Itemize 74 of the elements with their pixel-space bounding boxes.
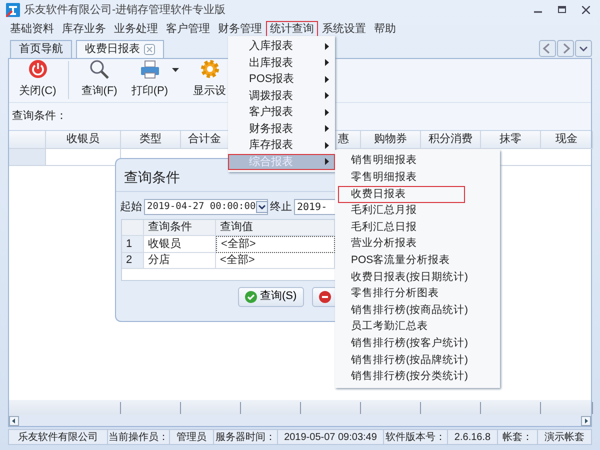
- menu-item[interactable]: 客户报表: [228, 104, 335, 120]
- menu-item[interactable]: 财务报表: [228, 120, 335, 137]
- table-cell: 收银员: [144, 236, 216, 252]
- submenu-arrow-icon: [325, 42, 329, 50]
- menu-item[interactable]: POS客流量分析报表: [338, 252, 497, 270]
- stop-icon: [318, 290, 331, 302]
- query-button[interactable]: 查询(S): [238, 286, 304, 306]
- submenu-arrow-icon: [325, 76, 329, 83]
- status-text: 2019-05-07 09:03:49: [278, 429, 384, 445]
- check-icon: [245, 290, 257, 302]
- menu-item[interactable]: 基础资料: [6, 20, 58, 38]
- toolbar-button[interactable]: 查询(F): [75, 58, 124, 99]
- column-header[interactable]: 查询条件: [144, 220, 216, 236]
- end-label: 终止: [270, 200, 292, 215]
- menu-item[interactable]: 库存报表: [228, 137, 335, 154]
- dropdown-icon[interactable]: [256, 201, 268, 214]
- status-text: 服务器时间：: [214, 429, 278, 445]
- cancel-button[interactable]: [312, 286, 335, 306]
- menu-item[interactable]: 销售排行榜(按分类统计): [338, 368, 497, 386]
- tab[interactable]: 首页导航: [10, 40, 72, 58]
- submenu-arrow-icon: [325, 158, 329, 166]
- submenu-arrow-icon: [325, 142, 329, 149]
- row-number: 1: [122, 236, 144, 252]
- query-label: 查询条件：: [12, 109, 67, 124]
- status-text: 管理员: [170, 429, 214, 445]
- menu-item[interactable]: 营业分析报表: [338, 236, 497, 253]
- menu-item[interactable]: 客户管理: [162, 20, 214, 38]
- submenu-arrow-icon: [325, 59, 329, 66]
- row-header-cell: [9, 149, 46, 166]
- window-title: 乐友软件有限公司-进销存管理软件专业版: [24, 2, 226, 18]
- table-cell: 分店: [144, 252, 216, 269]
- status-text: 2.6.16.8: [448, 429, 498, 445]
- menu-item[interactable]: 财务管理: [214, 20, 266, 38]
- caret-icon: [172, 68, 179, 72]
- menu-item[interactable]: 毛利汇总日报: [338, 219, 497, 236]
- menu-item[interactable]: 销售明细报表: [338, 153, 497, 170]
- power-icon: [28, 58, 48, 78]
- scroll-right-icon[interactable]: [581, 416, 591, 426]
- status-text: 乐友软件有限公司: [8, 429, 108, 445]
- menu-item[interactable]: 销售排行榜(按商品统计): [338, 302, 497, 319]
- tab[interactable]: 收费日报表: [76, 40, 164, 58]
- gear-icon: [200, 58, 220, 78]
- menu-item[interactable]: 入库报表: [228, 38, 335, 54]
- menu-item[interactable]: 收费日报表(按日期统计): [338, 269, 497, 286]
- menu-item[interactable]: 销售排行榜(按客户统计): [338, 336, 497, 352]
- dropdown-icon[interactable]: [575, 40, 592, 56]
- menu-item[interactable]: 毛利汇总月报: [338, 202, 497, 220]
- toolbar-button[interactable]: 打印(P): [125, 58, 185, 99]
- submenu-arrow-icon: [325, 108, 329, 116]
- app-logo-icon: [6, 3, 20, 17]
- status-text: 帐套：: [498, 429, 538, 445]
- maximize-icon[interactable]: [558, 6, 566, 14]
- menu-item[interactable]: 系统设置: [318, 20, 370, 38]
- menu-item[interactable]: 帮助: [370, 20, 400, 38]
- start-date-field[interactable]: 2019-04-27 00:00:00: [144, 199, 268, 216]
- submenu-arrow-icon: [325, 125, 329, 132]
- menu-item[interactable]: 业务处理: [110, 20, 162, 38]
- end-date-field[interactable]: 2019-: [294, 199, 335, 216]
- scroll-left-icon[interactable]: [9, 416, 19, 426]
- close-icon[interactable]: [582, 6, 590, 14]
- start-label: 起始: [120, 200, 142, 215]
- printer-icon: [140, 58, 160, 78]
- menu-item[interactable]: 库存业务: [58, 20, 110, 38]
- status-text: 当前操作员：: [108, 429, 170, 445]
- status-text: 演示帐套: [538, 429, 592, 445]
- menu-item[interactable]: 零售排行分析图表: [338, 286, 497, 302]
- menu-item[interactable]: 员工考勤汇总表: [338, 318, 497, 336]
- row-number: 2: [122, 252, 144, 269]
- submenu-arrow-icon: [325, 92, 329, 100]
- menu-item[interactable]: 销售排行榜(按品牌统计): [338, 352, 497, 369]
- menu-item[interactable]: 零售明细报表: [338, 170, 497, 186]
- toolbar-button[interactable]: 关闭(C): [13, 58, 62, 99]
- menu-item[interactable]: 收费日报表: [338, 186, 465, 203]
- status-text: 软件版本号：: [384, 429, 448, 445]
